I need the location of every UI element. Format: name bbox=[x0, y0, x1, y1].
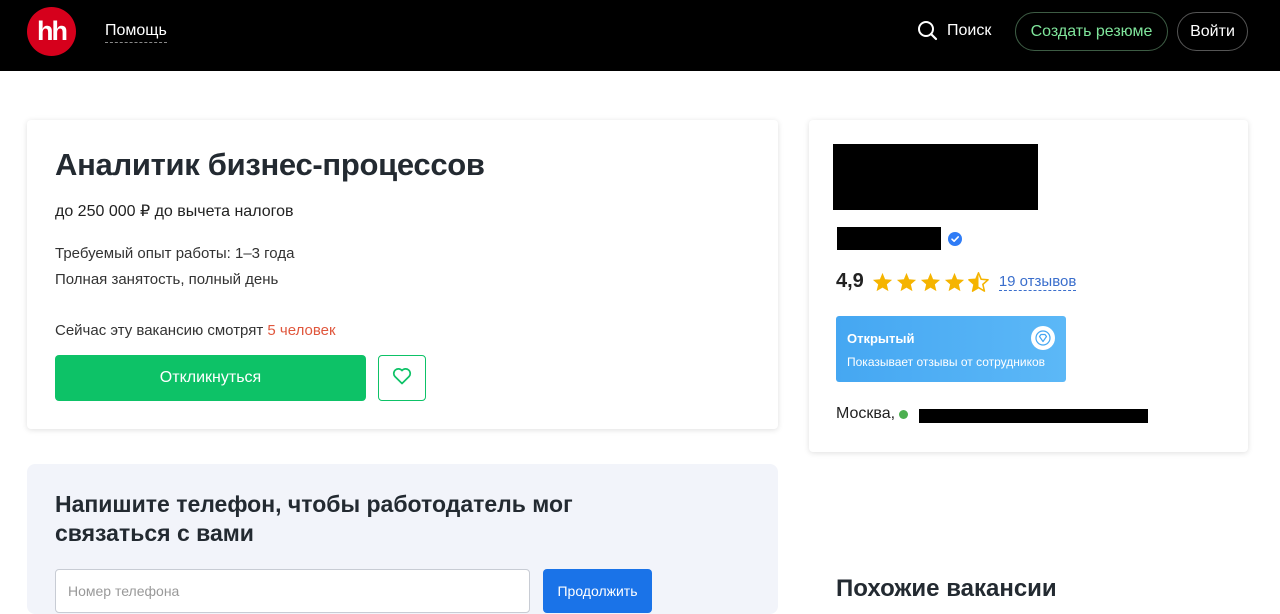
search-label: Поиск bbox=[947, 21, 992, 39]
phone-request-title: Напишите телефон, чтобы работодатель мог… bbox=[55, 491, 573, 546]
search-icon bbox=[917, 20, 938, 41]
address-redacted bbox=[919, 409, 1148, 423]
viewers-text: Сейчас эту вакансию смотрят 5 человек bbox=[55, 322, 336, 339]
company-name-redacted[interactable] bbox=[837, 227, 941, 250]
heart-icon bbox=[392, 367, 412, 390]
apply-button[interactable]: Откликнуться bbox=[55, 355, 366, 401]
star-icon bbox=[872, 272, 892, 291]
company-card: 4,9 19 отзывов Открытый Показывает отзыв… bbox=[809, 120, 1248, 452]
phone-input[interactable] bbox=[55, 569, 530, 613]
favorite-button[interactable] bbox=[378, 355, 426, 401]
company-logo-redacted[interactable] bbox=[833, 144, 1038, 210]
verified-icon bbox=[948, 232, 962, 246]
star-icon bbox=[896, 272, 916, 291]
badge-title: Открытый bbox=[847, 331, 915, 346]
badge-subtitle: Показывает отзывы от сотрудников bbox=[847, 355, 1046, 369]
star-icon bbox=[944, 272, 964, 291]
rating-value: 4,9 bbox=[836, 270, 864, 292]
phone-request-card: Напишите телефон, чтобы работодатель мог… bbox=[27, 464, 778, 614]
rating-stars bbox=[872, 271, 989, 292]
viewers-count: 5 человек bbox=[267, 322, 336, 339]
open-employer-badge[interactable]: Открытый Показывает отзывы от сотруднико… bbox=[836, 316, 1066, 382]
viewers-prefix: Сейчас эту вакансию смотрят bbox=[55, 322, 268, 339]
rating-row: 4,9 19 отзывов bbox=[836, 270, 1077, 293]
continue-button[interactable]: Продолжить bbox=[543, 569, 652, 613]
reviews-link[interactable]: 19 отзывов bbox=[998, 273, 1077, 291]
top-header: hh Помощь Поиск Создать резюме Войти bbox=[0, 0, 1280, 71]
search-button[interactable]: Поиск bbox=[917, 20, 991, 41]
hh-logo[interactable]: hh bbox=[27, 7, 76, 56]
star-icon bbox=[920, 272, 940, 291]
company-location: Москва, bbox=[836, 405, 914, 423]
help-link[interactable]: Помощь bbox=[105, 22, 167, 43]
create-resume-button[interactable]: Создать резюме bbox=[1015, 12, 1168, 51]
diamond-icon bbox=[1031, 326, 1055, 350]
similar-vacancies-title: Похожие вакансии bbox=[836, 575, 1057, 602]
login-button[interactable]: Войти bbox=[1177, 12, 1248, 51]
city-label: Москва, bbox=[836, 405, 896, 422]
vacancy-employment: Полная занятость, полный день bbox=[55, 271, 279, 288]
vacancy-salary: до 250 000 ₽ до вычета налогов bbox=[55, 203, 294, 220]
vacancy-title: Аналитик бизнес-процессов bbox=[55, 147, 485, 182]
half-star-icon bbox=[967, 271, 989, 292]
vacancy-experience: Требуемый опыт работы: 1–3 года bbox=[55, 245, 295, 262]
vacancy-card: Аналитик бизнес-процессов до 250 000 ₽ д… bbox=[27, 120, 778, 429]
metro-dot-icon bbox=[899, 409, 909, 419]
